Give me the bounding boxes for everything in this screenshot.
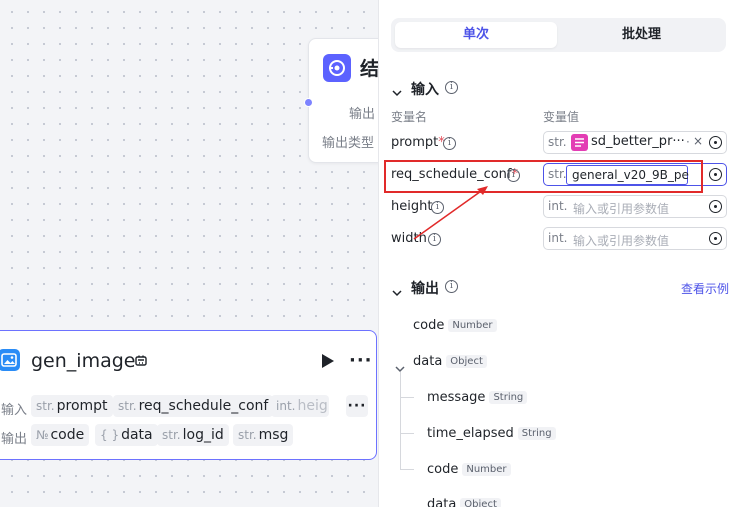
reference-target-icon[interactable] [709,200,722,213]
info-icon: i [443,137,456,150]
input-row-label: 输入 [1,403,28,418]
end-node-icon [323,54,351,82]
test-run-panel: 单次 批处理 输入 i 变量名 变量值 prompt* i str. sd_be… [378,0,732,507]
output-chip-code: № code [31,424,90,446]
info-icon: i [428,233,441,246]
reference-target-icon[interactable] [709,168,722,181]
gen-image-node-title: gen_image [31,350,136,372]
chevron-down-icon[interactable] [409,500,419,507]
reference-target-icon[interactable] [709,136,722,149]
plugin-store-icon [134,353,148,372]
input-chip-req-schedule-conf: str. req_schedule_conf [113,395,274,417]
run-mode-tabs: 单次 批处理 [391,18,726,52]
end-node[interactable]: 结 输出 输出类型 [304,38,378,163]
end-node-title: 结 [360,58,378,80]
param-value-width[interactable]: int. 输入或引用参数值 [543,227,727,250]
output-field-data-nested: data Object [427,497,501,507]
highlight-box [384,160,703,193]
chevron-down-icon[interactable] [392,282,402,301]
output-chip-log-id: str. log_id [157,424,229,446]
end-node-output-label: 输出 [349,107,376,122]
output-field-time-elapsed: time_elapsed String [427,426,556,441]
variable-reference-chip[interactable]: sd_better_pr··· [571,134,685,151]
tab-batch[interactable]: 批处理 [561,22,722,48]
chevron-down-icon[interactable] [392,82,402,101]
image-icon [0,349,20,371]
tree-guide-line [400,397,414,398]
output-field-data: data Object [413,354,487,369]
run-icon[interactable] [321,353,335,373]
clear-reference-icon[interactable]: × [693,134,703,148]
reference-target-icon[interactable] [709,232,722,245]
tree-guide-line [400,469,414,470]
output-field-code-nested: code Number [427,462,511,477]
node-more-button[interactable]: ··· [349,350,373,371]
input-more-button[interactable]: ··· [346,395,368,417]
param-name-prompt: prompt* [391,135,445,150]
output-row-label: 输出 [1,432,28,447]
output-section-title: 输出 [411,281,439,297]
gen-image-node[interactable]: gen_image ··· 输入 str. prompt str. req_sche… [0,330,377,460]
info-icon: i [445,280,458,293]
column-header-value: 变量值 [543,110,580,124]
output-field-code: code Number [413,318,497,333]
output-chip-msg: str. msg [233,424,294,446]
tree-guide-line [400,433,414,434]
input-chip-prompt: str. prompt [31,395,113,417]
node-input-port[interactable] [304,98,313,107]
info-icon: i [431,201,444,214]
view-example-link[interactable]: 查看示例 [681,280,729,297]
output-field-message: message String [427,390,528,405]
param-name-height: height [391,199,433,214]
param-value-prompt[interactable]: str. sd_better_pr··· · × [543,131,727,154]
param-name-width: width [391,231,427,246]
input-chip-height: int. heig [271,395,329,417]
workflow-canvas[interactable]: 结 输出 输出类型 gen_image ··· 输入 str. prompt st… [0,0,378,507]
tab-single[interactable]: 单次 [395,22,557,48]
input-section-title: 输入 [411,82,439,98]
column-header-name: 变量名 [391,110,428,124]
end-node-output-type-label: 输出类型 [322,136,375,151]
variable-icon [571,134,588,151]
tree-guide-line [400,372,401,470]
info-icon: i [445,81,458,94]
output-chip-data: { } data [95,424,158,446]
param-value-height[interactable]: int. 输入或引用参数值 [543,195,727,218]
